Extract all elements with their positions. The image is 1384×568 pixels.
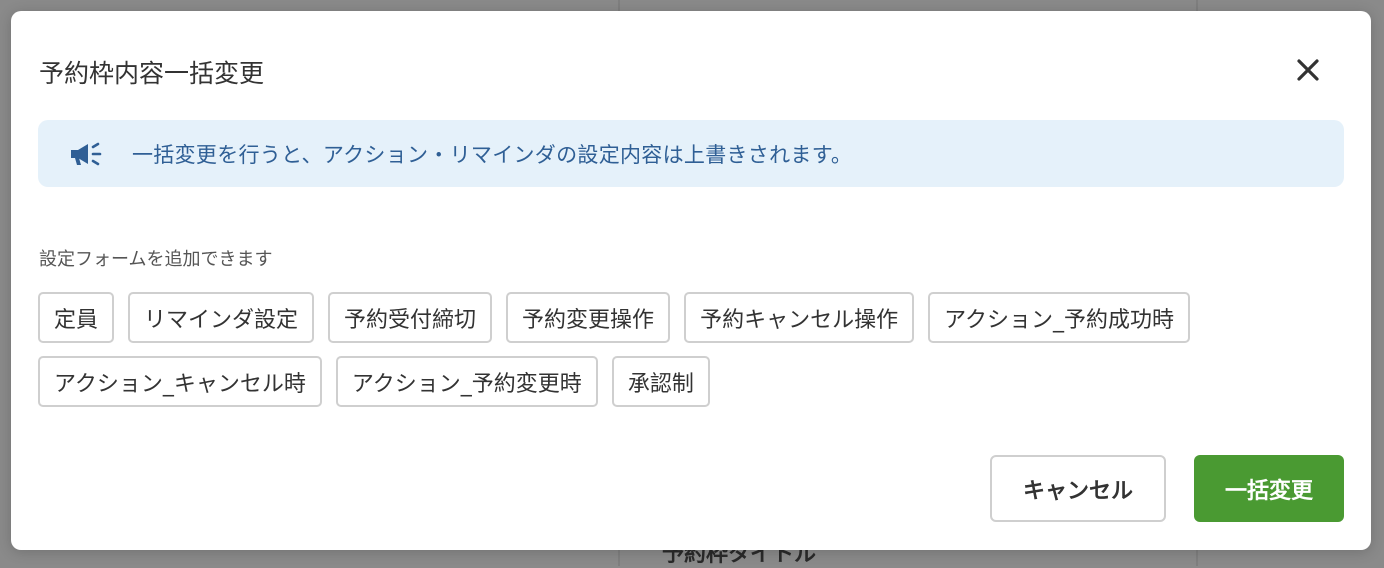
bulk-edit-modal: 予約枠内容一括変更 一括変更を行うと、アクション・リマインダの設定内容は上書きさ… <box>11 11 1371 550</box>
close-icon <box>1297 59 1319 81</box>
megaphone-icon <box>68 139 104 169</box>
section-label: 設定フォームを追加できます <box>39 249 273 270</box>
chip-booking-deadline[interactable]: 予約受付締切 <box>328 292 493 343</box>
chip-action-cancel[interactable]: アクション_キャンセル時 <box>38 356 322 407</box>
form-chip-list: 定員 リマインダ設定 予約受付締切 予約変更操作 予約キャンセル操作 アクション… <box>38 292 1338 407</box>
chip-reminder-settings[interactable]: リマインダ設定 <box>128 292 315 343</box>
chip-capacity[interactable]: 定員 <box>38 292 115 343</box>
modal-title: 予約枠内容一括変更 <box>39 59 265 88</box>
chip-booking-cancel[interactable]: 予約キャンセル操作 <box>684 292 915 343</box>
notice-text: 一括変更を行うと、アクション・リマインダの設定内容は上書きされます。 <box>132 142 853 167</box>
notice-banner: 一括変更を行うと、アクション・リマインダの設定内容は上書きされます。 <box>38 120 1344 187</box>
chip-approval[interactable]: 承認制 <box>611 356 710 407</box>
cancel-button[interactable]: キャンセル <box>990 455 1166 522</box>
close-button[interactable] <box>1291 53 1325 87</box>
bulk-change-button[interactable]: 一括変更 <box>1194 455 1344 522</box>
chip-booking-change[interactable]: 予約変更操作 <box>506 292 671 343</box>
chip-action-booking-change[interactable]: アクション_予約変更時 <box>335 356 598 407</box>
chip-action-booking-success[interactable]: アクション_予約成功時 <box>928 292 1190 343</box>
